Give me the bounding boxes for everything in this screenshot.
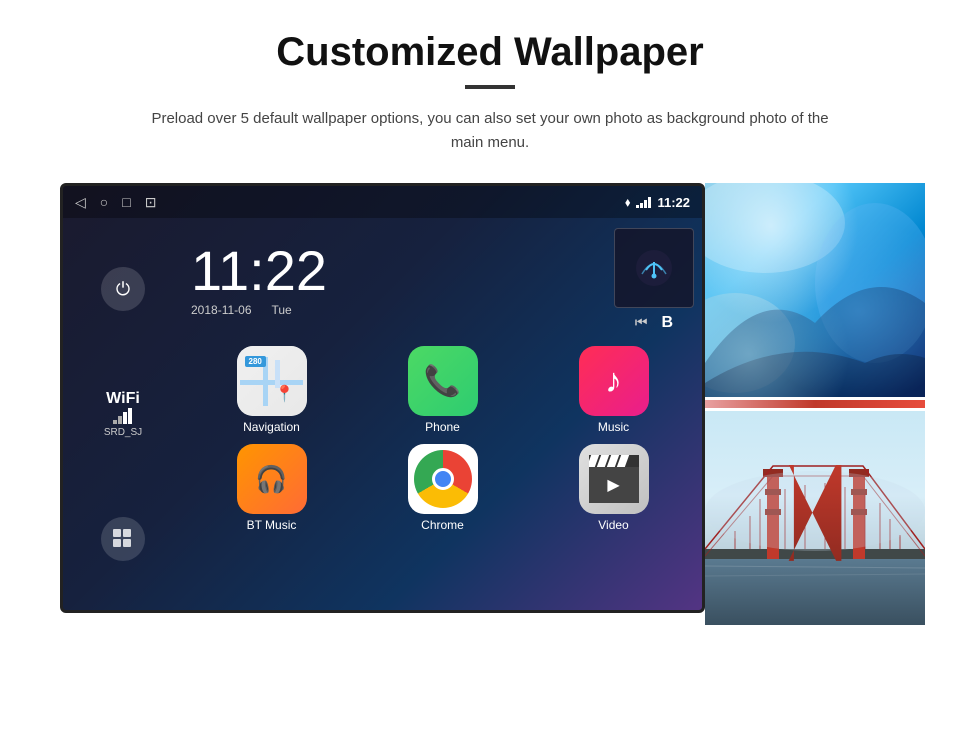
ice-wallpaper-bg [705, 183, 925, 397]
app-item-music[interactable]: ♪ Music [533, 346, 694, 434]
map-badge: 280 [245, 356, 266, 367]
back-icon[interactable]: ◁ [75, 194, 86, 211]
chrome-label: Chrome [421, 518, 464, 532]
music-label: Music [598, 420, 629, 434]
clapper-top [589, 455, 639, 467]
left-sidebar: ⏻ WiFi SRD_SJ [63, 218, 183, 610]
wifi-signal [104, 408, 142, 427]
media-widget: ⏮ B [614, 228, 694, 332]
center-content: 11:22 2018-11-06 Tue [183, 218, 702, 610]
bt-symbol: 🎧 [255, 464, 287, 495]
apps-grid-icon [112, 528, 134, 550]
recent-icon[interactable]: □ [122, 194, 130, 210]
screen-content: ⏻ WiFi SRD_SJ [63, 218, 702, 610]
music-note-icon: ♪ [605, 362, 622, 401]
location-icon: ⬧ [625, 195, 630, 210]
clapper-body: ▶ [589, 467, 639, 503]
android-screen: ◁ ○ □ ⊡ ⬧ 11:22 [60, 183, 705, 613]
navigation-label: Navigation [243, 420, 300, 434]
signal-bar-2 [640, 203, 643, 208]
screenshot-icon[interactable]: ⊡ [145, 194, 157, 211]
video-label: Video [598, 518, 628, 532]
chrome-icon [408, 444, 478, 514]
clock-area: 11:22 2018-11-06 Tue [191, 222, 694, 342]
headphones-icon: 🎧 [255, 464, 287, 495]
clock-day: Tue [272, 303, 292, 317]
clock-date-text: 2018-11-06 [191, 303, 252, 317]
app-item-bt-music[interactable]: 🎧 BT Music [191, 444, 352, 532]
wifi-widget: WiFi SRD_SJ [104, 390, 142, 438]
wallpaper-middle-bar[interactable] [705, 400, 925, 408]
page-wrapper: Customized Wallpaper Preload over 5 defa… [0, 0, 980, 645]
wallpaper-bottom-bridge[interactable] [705, 411, 925, 625]
app-item-phone[interactable]: 📞 Phone [362, 346, 523, 434]
wifi-label: WiFi [104, 390, 142, 408]
app-item-chrome[interactable]: Chrome [362, 444, 523, 532]
power-icon: ⏻ [116, 279, 130, 300]
clapperboard-icon: ▶ [589, 455, 639, 503]
status-bar: ◁ ○ □ ⊡ ⬧ 11:22 [63, 186, 702, 218]
signal-bar-1 [636, 205, 639, 208]
music-symbol: ♪ [605, 362, 622, 401]
signal-bar-3 [644, 200, 647, 208]
wifi-ssid: SRD_SJ [104, 427, 142, 438]
clock-date: 2018-11-06 Tue [191, 303, 327, 317]
wallpaper-thumbnails [705, 183, 925, 625]
title-divider [465, 85, 515, 89]
chrome-inner-circle [432, 468, 454, 490]
navigation-icon: 280 📍 [237, 346, 307, 416]
page-subtitle: Preload over 5 default wallpaper options… [140, 107, 840, 155]
music-icon: ♪ [579, 346, 649, 416]
bt-music-label: BT Music [247, 518, 297, 532]
phone-symbol: 📞 [424, 364, 461, 399]
media-icon-box [614, 228, 694, 308]
app-item-navigation[interactable]: 280 📍 Navigation [191, 346, 352, 434]
media-controls: ⏮ B [635, 314, 673, 332]
map-pin-icon: 📍 [275, 384, 295, 404]
page-title: Customized Wallpaper [276, 30, 703, 75]
app-item-video[interactable]: ▶ Video [533, 444, 694, 532]
chrome-circle [414, 450, 472, 508]
phone-label: Phone [425, 420, 460, 434]
home-icon[interactable]: ○ [100, 194, 108, 210]
phone-icon: 📞 [408, 346, 478, 416]
nav-icons: ◁ ○ □ ⊡ [75, 194, 156, 211]
ice-cave-svg [705, 183, 925, 397]
apps-button[interactable] [101, 517, 145, 561]
media-antenna-icon [634, 248, 674, 288]
bridge-svg [705, 411, 925, 625]
prev-track-icon[interactable]: ⏮ [635, 314, 648, 332]
bt-music-icon: 🎧 [237, 444, 307, 514]
status-time: 11:22 [657, 195, 690, 210]
power-button[interactable]: ⏻ [101, 267, 145, 311]
signal-bar-4 [648, 197, 651, 208]
status-right: ⬧ 11:22 [625, 195, 690, 210]
clock-display: 11:22 [191, 243, 327, 299]
bluetooth-letter: B [662, 314, 674, 332]
wallpaper-top-ice[interactable] [705, 183, 925, 397]
app-grid: 280 📍 Navigation 📞 [191, 342, 694, 536]
clock-section: 11:22 2018-11-06 Tue [191, 243, 327, 317]
device-container: ◁ ○ □ ⊡ ⬧ 11:22 [60, 183, 920, 625]
signal-bars [636, 196, 651, 208]
bridge-wallpaper-bg [705, 411, 925, 625]
video-icon: ▶ [579, 444, 649, 514]
